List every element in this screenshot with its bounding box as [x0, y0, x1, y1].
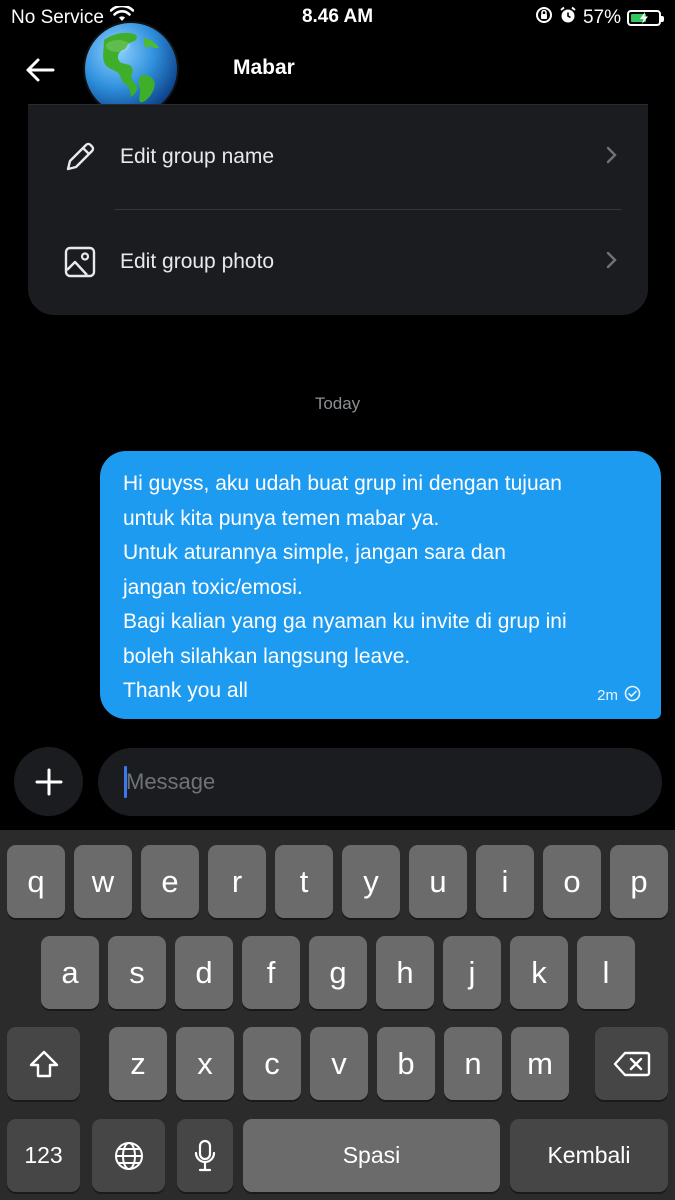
- key-j[interactable]: j: [443, 936, 501, 1009]
- image-icon: [60, 242, 100, 282]
- message-bubble[interactable]: Hi guyss, aku udah buat grup ini dengan …: [100, 451, 661, 719]
- check-circle-icon: [624, 685, 641, 706]
- key-m[interactable]: m: [511, 1027, 569, 1100]
- message-meta: 2m: [597, 685, 641, 706]
- battery-percent: 57%: [582, 7, 621, 28]
- key-w[interactable]: w: [74, 845, 132, 918]
- battery-icon: [627, 10, 664, 26]
- key-t[interactable]: t: [275, 845, 333, 918]
- key-x[interactable]: x: [176, 1027, 234, 1100]
- key-f[interactable]: f: [242, 936, 300, 1009]
- pencil-icon: [60, 137, 100, 177]
- message-input-container[interactable]: [98, 748, 662, 816]
- backspace-icon: [613, 1051, 650, 1076]
- key-g[interactable]: g: [309, 936, 367, 1009]
- message-text: Hi guyss, aku udah buat grup ini dengan …: [123, 472, 567, 702]
- key-l[interactable]: l: [577, 936, 635, 1009]
- key-c[interactable]: c: [243, 1027, 301, 1100]
- key-y[interactable]: y: [342, 845, 400, 918]
- chat-title: Mabar: [233, 56, 295, 79]
- date-separator: Today: [314, 394, 361, 413]
- key-s[interactable]: s: [108, 936, 166, 1009]
- key-q[interactable]: q: [7, 845, 65, 918]
- alarm-icon: [559, 6, 577, 30]
- edit-group-name-label: Edit group name: [120, 145, 275, 168]
- chevron-right-icon: [606, 145, 618, 170]
- globe-icon: [114, 1141, 143, 1170]
- key-k[interactable]: k: [510, 936, 568, 1009]
- key-i[interactable]: i: [476, 845, 534, 918]
- message-time: 2m: [597, 687, 618, 704]
- key-v[interactable]: v: [310, 1027, 368, 1100]
- return-key[interactable]: Kembali: [510, 1119, 668, 1192]
- backspace-key[interactable]: [595, 1027, 668, 1100]
- key-r[interactable]: r: [208, 845, 266, 918]
- edit-group-photo-label: Edit group photo: [120, 250, 275, 273]
- keyboard: qwertyuiop asdfghjkl zxcvbnm 123 Spasi K…: [0, 830, 675, 1200]
- numbers-key[interactable]: 123: [7, 1119, 80, 1192]
- group-settings-card: Edit group name Edit group photo: [28, 104, 648, 315]
- space-key[interactable]: Spasi: [243, 1119, 500, 1192]
- back-button[interactable]: [20, 50, 60, 90]
- key-d[interactable]: d: [175, 936, 233, 1009]
- rotation-lock-icon: [535, 6, 553, 30]
- key-z[interactable]: z: [109, 1027, 167, 1100]
- text-cursor: [124, 766, 127, 798]
- edit-group-name-row[interactable]: Edit group name: [28, 105, 648, 209]
- message-input[interactable]: [124, 768, 662, 796]
- chevron-right-icon: [606, 250, 618, 275]
- edit-group-photo-row[interactable]: Edit group photo: [28, 210, 648, 314]
- key-b[interactable]: b: [377, 1027, 435, 1100]
- status-right: 57%: [535, 6, 664, 30]
- key-n[interactable]: n: [444, 1027, 502, 1100]
- key-u[interactable]: u: [409, 845, 467, 918]
- plus-icon: [35, 768, 62, 795]
- add-attachment-button[interactable]: [14, 747, 83, 816]
- arrow-left-icon: [26, 58, 55, 82]
- key-p[interactable]: p: [610, 845, 668, 918]
- shift-key[interactable]: [7, 1027, 80, 1100]
- microphone-icon: [194, 1139, 216, 1171]
- key-a[interactable]: a: [41, 936, 99, 1009]
- shift-icon: [29, 1050, 58, 1077]
- key-e[interactable]: e: [141, 845, 199, 918]
- key-o[interactable]: o: [543, 845, 601, 918]
- dictation-key[interactable]: [177, 1119, 233, 1192]
- key-h[interactable]: h: [376, 936, 434, 1009]
- language-key[interactable]: [92, 1119, 165, 1192]
